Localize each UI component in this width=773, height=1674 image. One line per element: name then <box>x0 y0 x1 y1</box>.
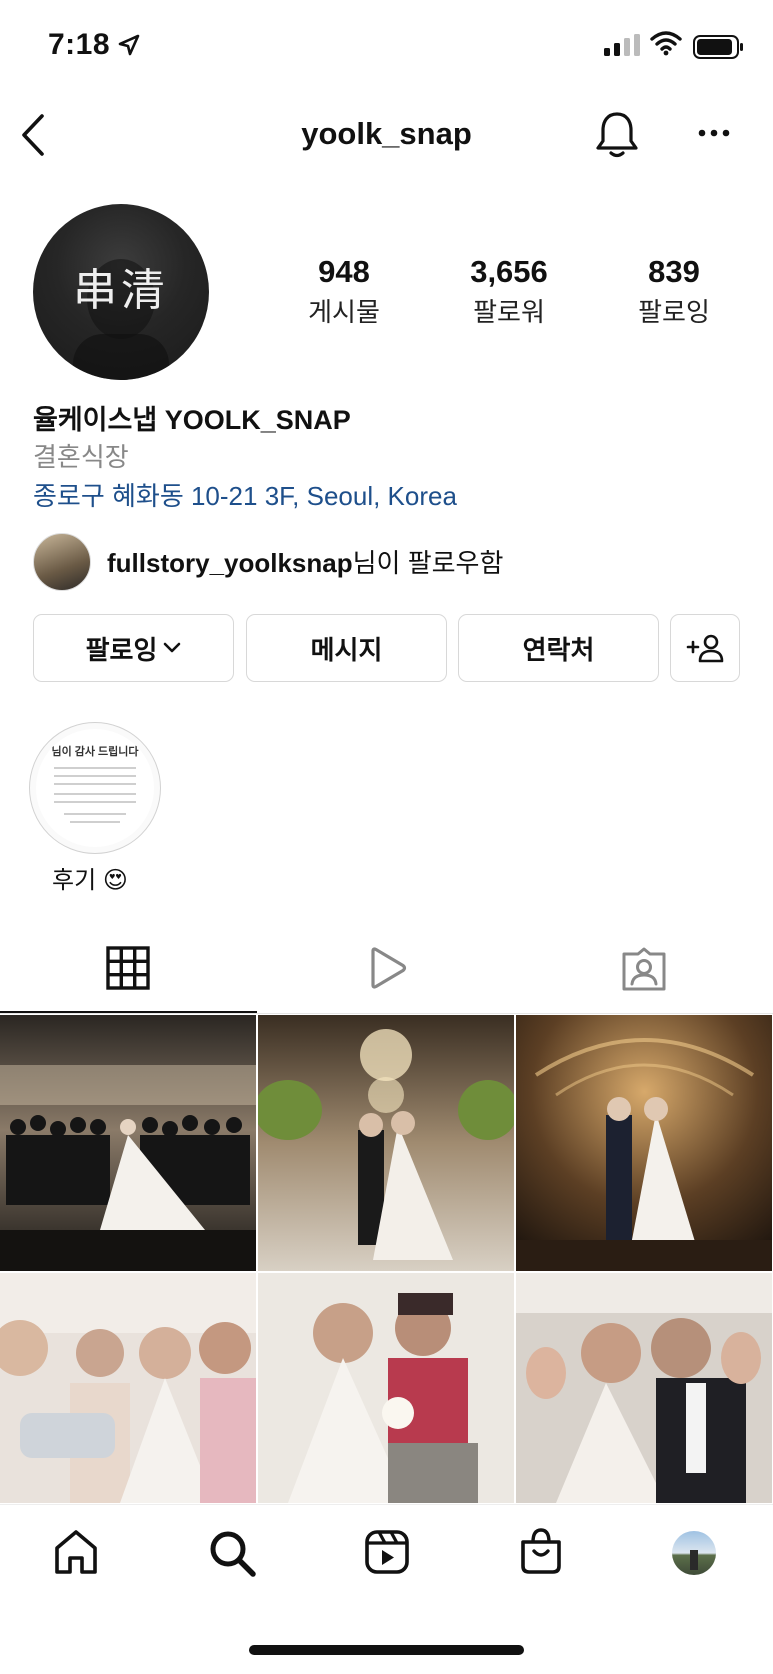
highlight-cover-title: 님이 감사 드립니다 <box>51 746 139 758</box>
stat-posts-value: 948 <box>318 254 370 289</box>
battery-icon <box>693 35 743 59</box>
stat-posts-label: 게시물 <box>308 297 380 327</box>
contact-button-label: 연락처 <box>522 634 595 665</box>
display-name: 율케이스냅 YOOLK_SNAP <box>33 405 351 435</box>
cellular-signal-icon <box>604 34 640 56</box>
home-indicator <box>249 1645 524 1655</box>
stat-followers[interactable]: 3,656 팔로워 <box>439 254 579 329</box>
highlight-label: 후기 😍 <box>52 867 128 894</box>
post-thumbnail[interactable] <box>0 1015 256 1271</box>
reels-play-icon[interactable] <box>366 946 408 990</box>
following-button[interactable]: 팔로잉 <box>33 614 234 682</box>
following-button-label: 팔로잉 <box>85 634 158 665</box>
message-button-label: 메시지 <box>310 634 383 665</box>
post-thumbnail[interactable] <box>0 1273 256 1503</box>
suggested-users-button[interactable] <box>670 614 740 682</box>
photo-car-couple-icon <box>516 1273 772 1503</box>
search-icon[interactable] <box>207 1528 257 1578</box>
followed-by-text[interactable]: fullstory_yoolksnap님이 팔로우함 <box>107 543 503 580</box>
followed-by-suffix: 님이 팔로우함 <box>352 548 504 578</box>
chevron-down-icon <box>164 642 181 653</box>
location-arrow-icon <box>118 34 140 56</box>
active-tab-indicator <box>0 1011 257 1013</box>
photo-group-wedding-icon <box>0 1015 256 1271</box>
more-options-icon[interactable] <box>697 128 731 138</box>
bottom-nav-divider <box>0 1504 773 1505</box>
stat-following-label: 팔로잉 <box>638 297 710 327</box>
grid-icon[interactable] <box>106 946 150 990</box>
wifi-icon <box>650 31 682 56</box>
highlight-cover: 님이 감사 드립니다 <box>36 729 154 847</box>
tab-divider <box>0 1013 773 1014</box>
story-highlight[interactable]: 님이 감사 드립니다 <box>29 722 161 854</box>
stat-following-value: 839 <box>648 254 700 289</box>
profile-category: 결혼식장 <box>33 442 129 472</box>
avatar-logo-text: 串清 <box>73 265 169 316</box>
post-thumbnail[interactable] <box>516 1273 772 1503</box>
shop-icon[interactable] <box>517 1526 565 1576</box>
followed-by-username[interactable]: fullstory_yoolksnap <box>107 548 353 578</box>
message-button[interactable]: 메시지 <box>246 614 447 682</box>
post-thumbnail[interactable] <box>258 1015 514 1271</box>
profile-username: yoolk_snap <box>301 116 472 151</box>
mutual-follower-avatar[interactable] <box>33 533 91 591</box>
photo-couple-aisle-icon <box>516 1015 772 1271</box>
stat-following[interactable]: 839 팔로잉 <box>604 254 744 329</box>
photo-couple-chandelier-icon <box>258 1015 514 1271</box>
profile-address-link[interactable]: 종로구 혜화동 10-21 3F, Seoul, Korea <box>33 476 457 513</box>
photo-hanbok-couple-icon <box>258 1273 514 1503</box>
home-icon[interactable] <box>52 1528 100 1576</box>
post-thumbnail[interactable] <box>516 1015 772 1271</box>
notification-bell-icon[interactable] <box>594 110 640 160</box>
stat-followers-value: 3,656 <box>470 254 548 289</box>
contact-button[interactable]: 연락처 <box>458 614 659 682</box>
status-time: 7:18 <box>48 28 111 61</box>
profile-avatar[interactable]: 串清 <box>33 204 209 380</box>
post-thumbnail[interactable] <box>258 1273 514 1503</box>
stat-posts[interactable]: 948 게시물 <box>274 254 414 329</box>
stat-followers-label: 팔로워 <box>473 297 545 327</box>
reels-icon[interactable] <box>363 1528 411 1576</box>
tagged-photos-icon[interactable] <box>620 946 668 992</box>
photo-bridesmaids-selfie-icon <box>0 1273 256 1503</box>
add-person-icon <box>686 634 724 663</box>
profile-tab-avatar[interactable] <box>671 1530 717 1576</box>
